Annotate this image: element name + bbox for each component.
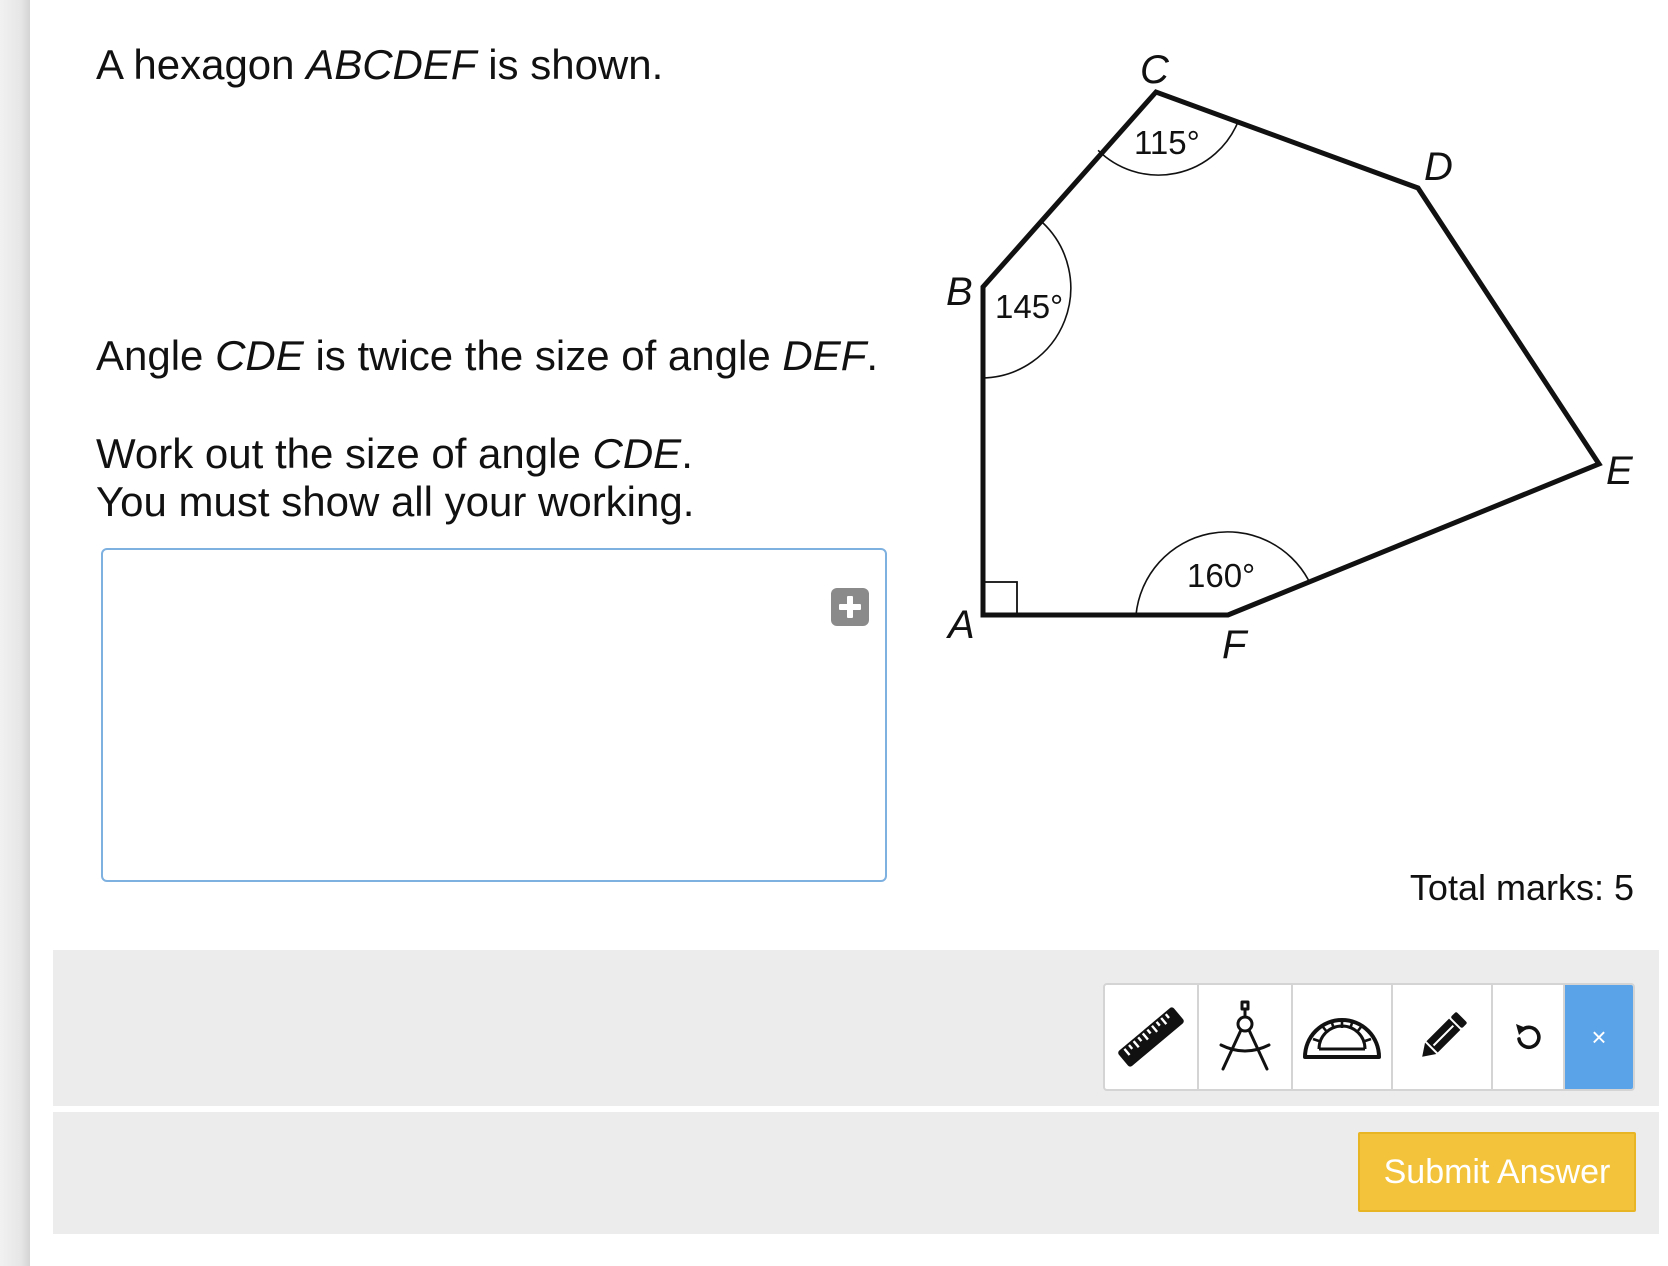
- protractor-icon: [1303, 1018, 1381, 1059]
- vertex-label-d: D: [1424, 145, 1453, 189]
- undo-tool-button[interactable]: [1493, 985, 1565, 1089]
- right-angle-mark: [982, 581, 1018, 616]
- close-toolbar-button[interactable]: ×: [1565, 985, 1633, 1089]
- vertex-label-c: C: [1140, 48, 1170, 92]
- vertex-label-e: E: [1606, 449, 1634, 493]
- undo-icon: [1516, 1024, 1541, 1050]
- angle-label-b: 145°: [995, 288, 1063, 325]
- ruler-tool-button[interactable]: [1105, 985, 1199, 1089]
- angle-label-f: 160°: [1187, 557, 1255, 594]
- hexagon-figure: C D B E A F 115° 145° 160°: [946, 48, 1634, 667]
- pencil-tool-button[interactable]: [1393, 985, 1493, 1089]
- vertex-label-b: B: [946, 270, 973, 314]
- angle-label-c: 115°: [1134, 124, 1200, 161]
- vertex-label-f: F: [1222, 623, 1249, 667]
- vertex-label-a: A: [946, 603, 975, 647]
- total-marks: Total marks: 5: [1409, 867, 1634, 908]
- hexagon: [980, 89, 1603, 618]
- pencil-icon: [1422, 1012, 1467, 1057]
- ruler-icon: [1118, 1007, 1184, 1067]
- protractor-tool-button[interactable]: [1293, 985, 1393, 1089]
- submit-answer-button[interactable]: Submit Answer: [1358, 1132, 1636, 1212]
- toolbar: ×: [1103, 983, 1635, 1091]
- close-icon: ×: [1591, 1021, 1607, 1052]
- compass-icon: [1219, 1000, 1271, 1071]
- compass-tool-button[interactable]: [1199, 985, 1293, 1089]
